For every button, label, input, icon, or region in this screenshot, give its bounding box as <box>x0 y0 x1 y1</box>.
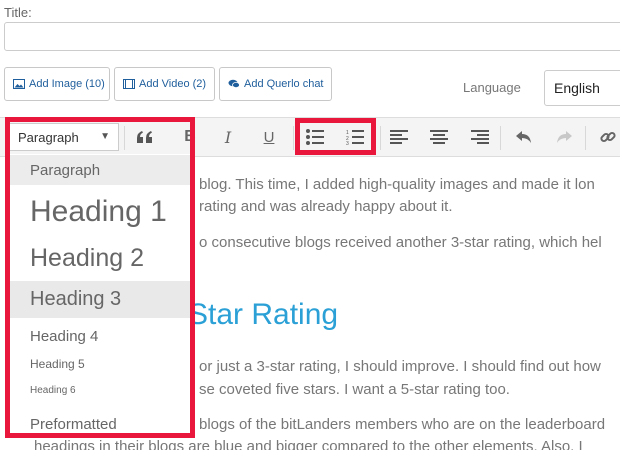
add-video-label: Add Video (2) <box>139 78 207 90</box>
language-label: Language <box>463 80 521 95</box>
undo-button[interactable] <box>506 120 542 154</box>
add-video-button[interactable]: Add Video (2) <box>114 67 215 101</box>
align-center-button[interactable] <box>421 120 457 154</box>
content-text-line: blog. This time, I added high-quality im… <box>199 176 595 193</box>
italic-icon: I <box>224 127 232 147</box>
chat-bubbles-icon <box>228 79 240 88</box>
link-button[interactable] <box>590 120 620 154</box>
format-menu-highlight <box>5 117 195 438</box>
title-label: Title: <box>4 5 32 20</box>
list-buttons-highlight <box>295 118 376 155</box>
redo-button[interactable] <box>546 120 582 154</box>
redo-icon <box>557 131 572 143</box>
content-text-line: rating and was already happy about it. <box>199 198 453 215</box>
align-right-icon <box>471 130 489 144</box>
link-icon <box>600 131 616 143</box>
add-querlo-chat-button[interactable]: Add Querlo chat <box>219 67 332 101</box>
content-text-line: o consecutive blogs received another 3-s… <box>199 234 602 251</box>
toolbar-divider <box>293 126 294 150</box>
underline-button[interactable]: U <box>251 120 287 154</box>
toolbar-divider <box>585 126 586 150</box>
toolbar-divider <box>500 126 501 150</box>
add-image-button[interactable]: Add Image (10) <box>4 67 110 101</box>
title-input[interactable] <box>4 22 620 51</box>
content-text-line: se coveted five stars. I want a 5-star r… <box>199 381 510 398</box>
film-icon <box>123 79 135 89</box>
image-icon <box>13 79 25 89</box>
content-text-line: headings in their blogs are blue and big… <box>34 438 583 450</box>
add-querlo-label: Add Querlo chat <box>244 78 324 90</box>
align-right-button[interactable] <box>462 120 498 154</box>
align-center-icon <box>430 130 448 144</box>
content-text-line: blogs of the bitLanders members who are … <box>199 416 606 433</box>
italic-button[interactable]: I <box>210 120 246 154</box>
language-select[interactable]: English <box>544 70 620 106</box>
underline-icon: U <box>263 128 275 146</box>
add-image-label: Add Image (10) <box>29 78 105 90</box>
content-heading: Star Rating <box>188 298 339 331</box>
align-left-button[interactable] <box>381 120 417 154</box>
undo-icon <box>516 131 531 143</box>
align-left-icon <box>390 130 408 144</box>
content-text-line: or just a 3-star rating, I should improv… <box>199 358 601 375</box>
